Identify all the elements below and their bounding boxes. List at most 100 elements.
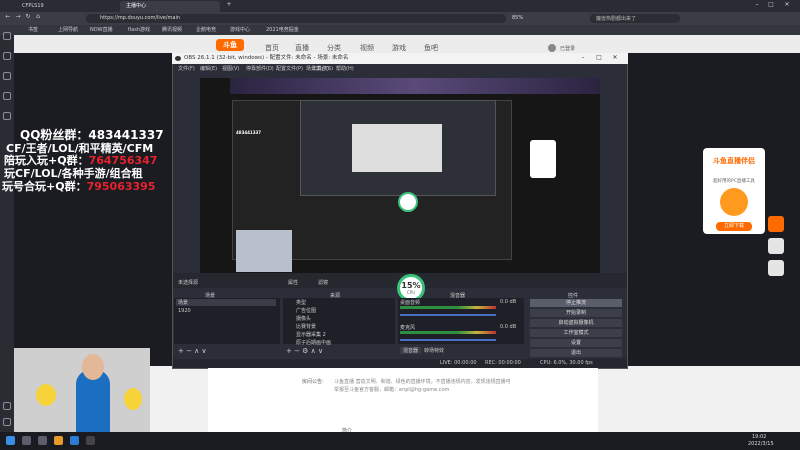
user-label[interactable]: 已登录 [560, 45, 575, 52]
play-icon[interactable] [768, 216, 784, 232]
ad-subtitle: 超好用的PC直播工具 [713, 179, 755, 184]
explorer-icon[interactable] [54, 436, 63, 445]
download-icon[interactable] [3, 72, 11, 80]
bookmark-item[interactable]: 上网导航 [58, 26, 78, 34]
close-window-button[interactable]: ✕ [782, 1, 792, 8]
ad-mascot [720, 188, 748, 216]
exit-button[interactable]: 退出 [530, 349, 622, 357]
scene-item[interactable]: 1920 [176, 308, 191, 314]
nav-fishbar[interactable]: 鱼吧 [424, 43, 438, 53]
settings-icon[interactable] [3, 418, 11, 426]
no-source-label: 未选择源 [178, 280, 199, 286]
forward-icon[interactable]: → [14, 13, 22, 20]
obs-close-button[interactable]: ✕ [610, 54, 620, 61]
scene-item[interactable]: 场景 [176, 299, 276, 306]
tab-cfpls19[interactable]: CFPLS19 [16, 1, 116, 12]
filters-button[interactable]: 滤镜 [318, 279, 328, 286]
history-icon[interactable] [3, 52, 11, 60]
obs-title-bar: OBS 26.1.1 (32-bit, windows) - 配置文件: 未命名… [172, 53, 628, 64]
obs-logo-icon [175, 56, 181, 61]
start-recording-button[interactable]: 开始录制 [530, 309, 622, 317]
back-icon[interactable]: ← [4, 13, 12, 20]
stop-streaming-button[interactable]: 停止推流 [530, 299, 622, 307]
avatar[interactable] [548, 44, 556, 52]
tab-transitions[interactable]: 转场特效 [424, 347, 444, 354]
obs-menu-file[interactable]: 文件(F) [178, 65, 195, 72]
obs-menu-view[interactable]: 视图(V) [222, 65, 239, 72]
source-item[interactable]: 类型 [296, 299, 306, 306]
preview-webcam [236, 230, 292, 272]
bookmark-item[interactable]: 游戏中心 [230, 26, 250, 34]
douyu-header [14, 35, 800, 53]
bookmark-item[interactable]: 2021电竞掘金 [266, 26, 299, 34]
cpu-status: CPU: 6.0%, 30.00 fps [540, 360, 593, 366]
taskview-icon[interactable] [38, 436, 47, 445]
ad-download-button[interactable]: 立即下载 [716, 222, 752, 231]
obs-maximize-button[interactable]: □ [594, 54, 604, 61]
tab-anchor-center[interactable]: 主播中心 [120, 1, 220, 12]
room-notice-text: 斗鱼直播 营造文明、和谐、绿色的直播环境，不直播违规内容，发现违规直播可举报至斗… [334, 379, 511, 393]
browser-icon[interactable] [70, 436, 79, 445]
tab-mixer[interactable]: 混音器 [400, 347, 422, 354]
refresh-icon[interactable]: ↻ [24, 13, 32, 20]
nav-category[interactable]: 分类 [327, 43, 341, 53]
star-icon[interactable] [3, 32, 11, 40]
app-shortcut-icon[interactable] [768, 260, 784, 276]
search-hint: 魔兽热剧都出来了 [596, 16, 637, 22]
note-icon[interactable] [3, 92, 11, 100]
nav-game[interactable]: 游戏 [392, 43, 406, 53]
bookmarks-bar [0, 25, 800, 35]
obs-menu-help[interactable]: 帮助(H) [336, 65, 354, 72]
studio-mode-button[interactable]: 工作室模式 [530, 329, 622, 337]
maximize-button[interactable]: □ [766, 1, 776, 8]
obs-minimize-button[interactable]: – [578, 54, 588, 61]
start-icon[interactable] [6, 436, 15, 445]
bookmark-item[interactable]: NOW直播 [90, 26, 113, 34]
windows-taskbar [0, 432, 800, 450]
volume-slider[interactable] [400, 314, 496, 316]
douyu-logo[interactable]: 斗鱼 [216, 39, 244, 51]
mixer-channel-db: 0.0 dB [500, 299, 517, 305]
search-icon[interactable] [22, 436, 31, 445]
obs-app-icon[interactable] [86, 436, 95, 445]
settings-button[interactable]: 设置 [530, 339, 622, 347]
volume-slider[interactable] [400, 339, 496, 341]
nav-video[interactable]: 视频 [360, 43, 374, 53]
taskbar-time: 19:02 [752, 434, 767, 440]
mixer-meter [400, 331, 496, 334]
bookmark-item[interactable]: 书签 [28, 26, 38, 34]
webcam-feed [14, 348, 150, 432]
bookmark-item[interactable]: 腾讯视频 [162, 26, 182, 34]
source-item[interactable]: 摄像头 [296, 315, 311, 322]
minimize-button[interactable]: – [752, 1, 762, 8]
home-icon[interactable]: ⌂ [34, 13, 42, 20]
zoom-level[interactable]: 85% [512, 15, 523, 21]
new-tab-button[interactable]: + [224, 1, 234, 8]
source-item[interactable]: 原子后期画中画 [296, 339, 331, 346]
nav-live[interactable]: 直播 [295, 43, 309, 53]
source-add-button[interactable]: + − ⚙ ∧ ∨ [286, 347, 323, 355]
source-item[interactable]: 显示器采集 2 [296, 331, 326, 338]
obs-menu-edit[interactable]: 编辑(E) [200, 65, 217, 72]
source-item[interactable]: 广告位图 [296, 307, 316, 314]
preview-ad [530, 140, 556, 178]
nav-home[interactable]: 首页 [265, 43, 279, 53]
url-text: https://mp.douyu.com/live/main [100, 15, 181, 21]
source-item[interactable]: 比赛背景 [296, 323, 316, 330]
bookmark-item[interactable]: 企鹅电竞 [196, 26, 216, 34]
mixer-meter [400, 306, 496, 309]
virtual-camera-button[interactable]: 启动虚拟摄像机 [530, 319, 622, 327]
properties-button[interactable]: 属性 [288, 279, 298, 286]
scene-add-button[interactable]: + − ∧ ∨ [178, 347, 207, 355]
home-shortcut-icon[interactable] [768, 238, 784, 254]
add-icon[interactable] [3, 402, 11, 410]
taskbar-date: 2022/3/15 [748, 441, 774, 447]
obs-menu-docks[interactable]: 停靠部件(D) [246, 65, 274, 72]
bookmark-item[interactable]: flash游戏 [128, 26, 150, 34]
obs-menu-tools[interactable]: 工具(T) [312, 65, 329, 72]
obs-menu-profile[interactable]: 配置文件(P) [276, 65, 303, 72]
room-notice-label: 房间公告: [302, 379, 324, 385]
nested-inner-screen [352, 124, 442, 172]
game-icon[interactable] [3, 112, 11, 120]
ad-title: 斗鱼直播伴侣 [713, 157, 755, 165]
